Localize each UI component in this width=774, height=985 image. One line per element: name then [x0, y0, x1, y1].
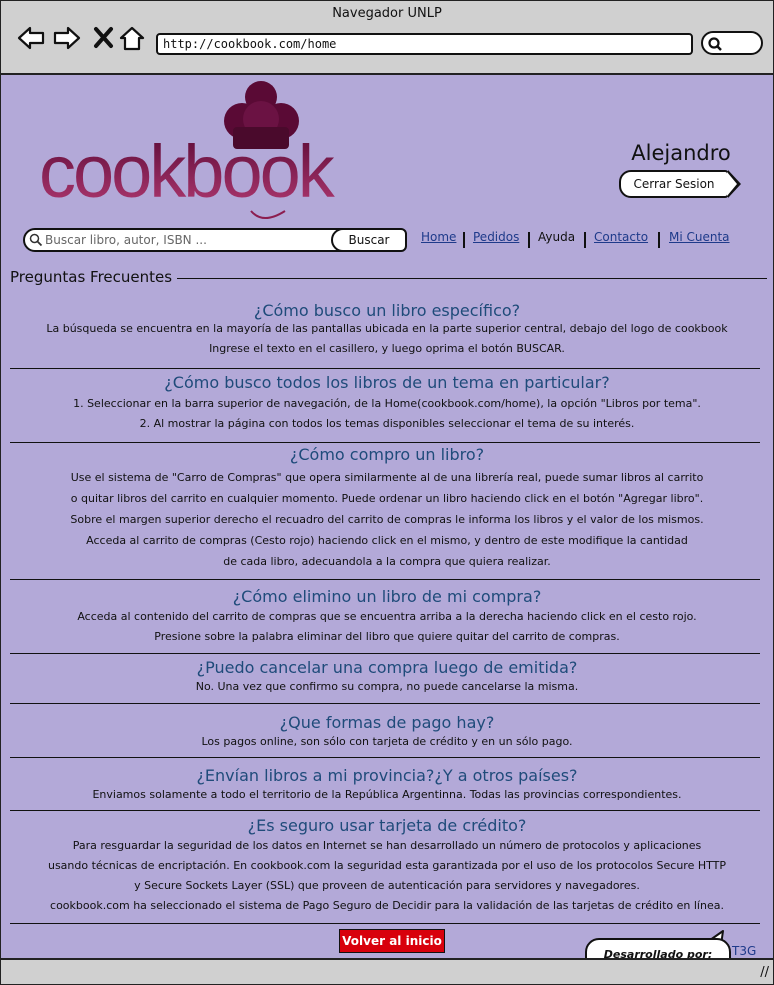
faq-answer-line: Los pagos online, son sólo con tarjeta d… — [201, 735, 573, 748]
search-input[interactable] — [45, 230, 335, 250]
faq-question: ¿Puedo cancelar una compra luego de emit… — [196, 658, 578, 677]
resize-handle-icon[interactable]: // — [760, 965, 769, 980]
faq-item: ¿Puedo cancelar una compra luego de emit… — [7, 658, 767, 693]
faq-question: ¿Cómo busco todos los libros de un tema … — [164, 373, 610, 392]
logo-text: cookbook — [39, 130, 336, 213]
browser-toolbar: Navegador UNLP http://cookbook.com/home — [1, 1, 773, 75]
faq-item: ¿Cómo compro un libro? Use el sistema de… — [7, 445, 767, 568]
faq-divider — [10, 703, 760, 704]
faq-answer-line: Presione sobre la palabra eliminar del l… — [154, 630, 620, 643]
faq-question: ¿Es seguro usar tarjeta de crédito? — [247, 816, 527, 835]
browser-search-box[interactable] — [701, 31, 763, 55]
faq-question: ¿Que formas de pago hay? — [279, 713, 495, 732]
faq-divider — [10, 757, 760, 758]
faq-answer-line: de cada libro, adecuandola a la compra q… — [223, 555, 551, 568]
nav-orders[interactable]: Pedidos — [473, 230, 519, 244]
faq-answer-line: Enviamos solamente a todo el territorio … — [92, 788, 682, 801]
search-icon — [29, 233, 43, 247]
faq-item: ¿Cómo elimino un libro de mi compra? Acc… — [7, 587, 767, 643]
heading-rule — [177, 278, 767, 279]
window-title: Navegador UNLP — [332, 6, 442, 21]
faq-item: ¿Que formas de pago hay? Los pagos onlin… — [7, 713, 767, 748]
faq-answer-line: cookbook.com ha seleccionado el sistema … — [50, 899, 724, 912]
faq-heading: Preguntas Frecuentes — [10, 268, 173, 286]
address-bar[interactable]: http://cookbook.com/home — [156, 33, 693, 55]
faq-answer-line: Ingrese el texto en el casillero, y lueg… — [209, 342, 565, 355]
faq-answer-line: usando técnicas de encriptación. En cook… — [47, 859, 726, 872]
faq-divider — [10, 368, 760, 369]
faq-answer-line: No. Una vez que confirmo su compra, no p… — [195, 680, 579, 693]
logout-button[interactable]: Cerrar Sesion — [619, 170, 741, 198]
search-icon — [708, 37, 722, 51]
faq-question: ¿Cómo compro un libro? — [289, 445, 485, 464]
faq-answer-line: Acceda al carrito de compras (Cesto rojo… — [86, 534, 688, 547]
nav-home[interactable]: Home — [421, 230, 456, 244]
forward-arrow-icon[interactable] — [53, 25, 81, 51]
nav-divider — [528, 232, 530, 248]
faq-divider — [10, 810, 760, 811]
faq-answer-line: Acceda al contenido del carrito de compr… — [77, 610, 697, 623]
user-name: Alejandro — [631, 141, 731, 165]
faq-divider — [10, 579, 760, 580]
nav-divider — [584, 232, 586, 248]
stop-icon[interactable] — [91, 25, 119, 51]
nav-contact[interactable]: Contacto — [594, 230, 648, 244]
faq-answer-line: 1. Seleccionar en la barra superior de n… — [73, 397, 701, 410]
home-icon[interactable] — [118, 25, 146, 51]
nav-divider — [658, 232, 660, 248]
nav-account[interactable]: Mi Cuenta — [669, 230, 730, 244]
nav-divider — [463, 232, 465, 248]
logout-label: Cerrar Sesion — [633, 177, 715, 191]
faq-question: ¿Cómo elimino un libro de mi compra? — [232, 587, 542, 606]
faq-item: ¿Envían libros a mi provincia?¿Y a otros… — [7, 766, 767, 801]
faq-divider — [10, 923, 760, 924]
faq-answer-line: o quitar libros del carrito en cualquier… — [70, 492, 704, 505]
cookbook-logo[interactable]: cookbook — [39, 79, 349, 229]
back-arrow-icon[interactable] — [17, 25, 45, 51]
book-search-field[interactable] — [23, 228, 343, 252]
status-bar: // — [1, 958, 773, 984]
faq-answer-line: y Secure Sockets Layer (SSL) que proveen… — [134, 879, 640, 892]
nav-help: Ayuda — [538, 230, 576, 244]
faq-answer-line: Sobre el margen superior derecho el recu… — [70, 513, 704, 526]
faq-answer-line: 2. Al mostrar la página con todos los te… — [139, 417, 635, 430]
faq-divider — [10, 442, 760, 443]
faq-question: ¿Envían libros a mi provincia?¿Y a otros… — [196, 766, 578, 785]
faq-answer-line: Use el sistema de "Carro de Compras" que… — [70, 471, 704, 484]
developer-link[interactable]: T3G — [732, 944, 756, 958]
faq-item: ¿Cómo busco todos los libros de un tema … — [7, 373, 767, 430]
faq-item: ¿Cómo busco un libro específico? La búsq… — [7, 301, 767, 355]
faq-divider — [10, 653, 760, 654]
browser-window: Navegador UNLP http://cookbook.com/home — [0, 0, 774, 985]
faq-item: ¿Es seguro usar tarjeta de crédito? Para… — [7, 816, 767, 912]
back-to-home-button[interactable]: Volver al inicio — [339, 929, 445, 953]
faq-question: ¿Cómo busco un libro específico? — [253, 301, 521, 320]
faq-answer-line: La búsqueda se encuentra en la mayoría d… — [46, 322, 728, 335]
faq-answer-line: Para resguardar la seguridad de los dato… — [72, 839, 702, 852]
search-button[interactable]: Buscar — [331, 228, 407, 252]
